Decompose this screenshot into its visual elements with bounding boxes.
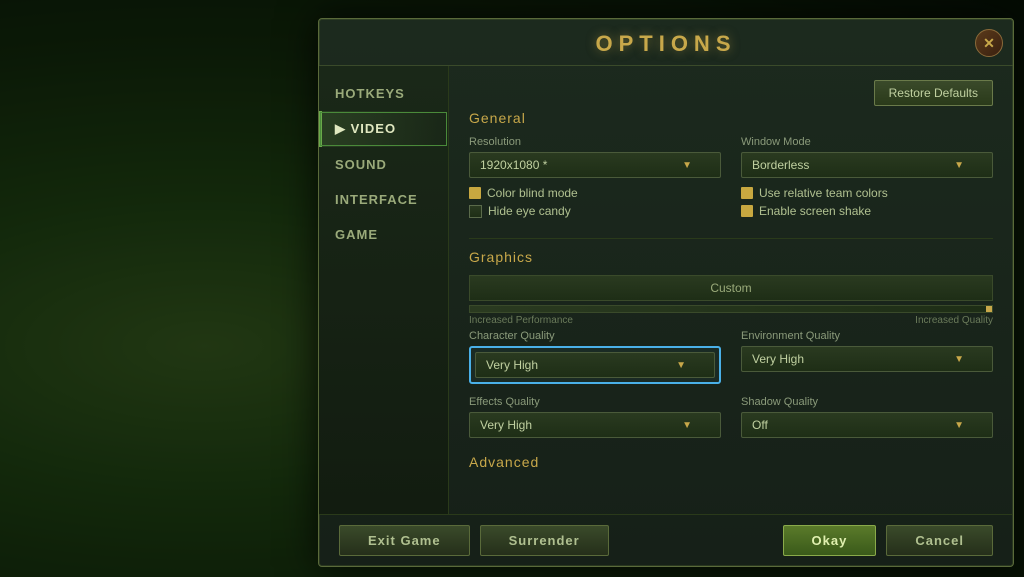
use-relative-team-colors-label: Use relative team colors [759,186,888,200]
environment-quality-dropdown[interactable]: Very High ▼ [741,346,993,372]
resolution-label: Resolution [469,136,721,148]
shadow-quality-dropdown[interactable]: Off ▼ [741,412,993,438]
graphics-preset: Custom [469,275,993,301]
environment-quality-label: Environment Quality [741,330,993,342]
window-mode-dropdown[interactable]: Borderless ▼ [741,152,993,178]
color-blind-mode-label: Color blind mode [487,186,578,200]
hide-eye-candy-row[interactable]: Hide eye candy [469,204,721,218]
window-mode-col: Window Mode Borderless ▼ [741,136,993,178]
quality-grid: Character Quality Very High ▼ Environmen… [469,330,993,438]
okay-button[interactable]: Okay [783,525,877,556]
resolution-arrow: ▼ [682,160,692,171]
checkboxes-row: Color blind mode Hide eye candy Use rela… [469,186,993,222]
resolution-value: 1920x1080 * [480,158,547,172]
dialog-footer: Exit Game Surrender Okay Cancel [319,514,1013,566]
dialog-body: HOTKEYS ▶ VIDEO SOUND INTERFACE GAME Res… [319,66,1013,514]
sidebar-item-hotkeys[interactable]: HOTKEYS [319,76,448,111]
cancel-button[interactable]: Cancel [886,525,993,556]
shadow-quality-item: Shadow Quality Off ▼ [741,396,993,438]
sidebar-item-interface[interactable]: INTERFACE [319,182,448,217]
footer-left: Exit Game Surrender [339,525,609,556]
advanced-section-header: Advanced [469,454,993,470]
general-section-header: General [469,110,993,126]
sidebar-item-video[interactable]: ▶ VIDEO [319,111,448,147]
character-quality-item: Character Quality Very High ▼ [469,330,721,384]
character-quality-dropdown[interactable]: Very High ▼ [475,352,715,378]
quality-slider-track[interactable] [469,305,993,313]
effects-quality-arrow: ▼ [682,420,692,431]
sidebar: HOTKEYS ▶ VIDEO SOUND INTERFACE GAME [319,66,449,514]
quality-label: Increased Quality [915,315,993,326]
options-dialog: OPTIONS ✕ HOTKEYS ▶ VIDEO SOUND INTERFAC… [318,18,1014,567]
close-button[interactable]: ✕ [975,29,1003,57]
window-mode-value: Borderless [752,158,809,172]
resolution-dropdown[interactable]: 1920x1080 * ▼ [469,152,721,178]
character-quality-arrow: ▼ [676,360,686,371]
color-blind-mode-row[interactable]: Color blind mode [469,186,721,200]
window-mode-arrow: ▼ [954,160,964,171]
environment-quality-arrow: ▼ [954,354,964,365]
shadow-quality-label: Shadow Quality [741,396,993,408]
resolution-col: Resolution 1920x1080 * ▼ [469,136,721,178]
use-relative-team-colors-row[interactable]: Use relative team colors [741,186,993,200]
character-quality-label: Character Quality [469,330,721,342]
quality-labels: Increased Performance Increased Quality [469,315,993,326]
shadow-quality-arrow: ▼ [954,420,964,431]
enable-screen-shake-label: Enable screen shake [759,204,871,218]
quality-slider-fill [986,306,992,312]
enable-screen-shake-row[interactable]: Enable screen shake [741,204,993,218]
restore-defaults-button[interactable]: Restore Defaults [874,80,993,106]
performance-label: Increased Performance [469,315,573,326]
graphics-section: Graphics Custom Increased Performance In… [469,249,993,438]
sidebar-item-sound[interactable]: SOUND [319,147,448,182]
sidebar-item-game[interactable]: GAME [319,217,448,252]
effects-quality-label: Effects Quality [469,396,721,408]
enable-screen-shake-icon [741,205,753,217]
effects-quality-dropdown[interactable]: Very High ▼ [469,412,721,438]
section-divider-1 [469,238,993,239]
character-quality-highlight: Very High ▼ [469,346,721,384]
graphics-section-header: Graphics [469,249,993,265]
right-checkboxes: Use relative team colors Enable screen s… [741,186,993,222]
resolution-windowmode-row: Resolution 1920x1080 * ▼ Window Mode Bor… [469,136,993,178]
hide-eye-candy-label: Hide eye candy [488,204,571,218]
exit-game-button[interactable]: Exit Game [339,525,470,556]
surrender-button[interactable]: Surrender [480,525,609,556]
effects-quality-value: Very High [480,418,532,432]
color-blind-mode-icon [469,187,481,199]
footer-right: Okay Cancel [783,525,993,556]
quality-slider-container: Increased Performance Increased Quality [469,305,993,326]
shadow-quality-value: Off [752,418,768,432]
dialog-header: OPTIONS ✕ [319,19,1013,66]
dialog-title: OPTIONS [595,31,736,56]
window-mode-label: Window Mode [741,136,993,148]
character-quality-value: Very High [486,358,538,372]
main-content: Restore Defaults General Resolution 1920… [449,66,1013,514]
environment-quality-value: Very High [752,352,804,366]
advanced-section: Advanced [469,454,993,470]
effects-quality-item: Effects Quality Very High ▼ [469,396,721,438]
hide-eye-candy-checkbox[interactable] [469,205,482,218]
general-section: General Resolution 1920x1080 * ▼ Window … [469,110,993,222]
environment-quality-item: Environment Quality Very High ▼ [741,330,993,384]
use-relative-team-colors-icon [741,187,753,199]
left-checkboxes: Color blind mode Hide eye candy [469,186,721,222]
